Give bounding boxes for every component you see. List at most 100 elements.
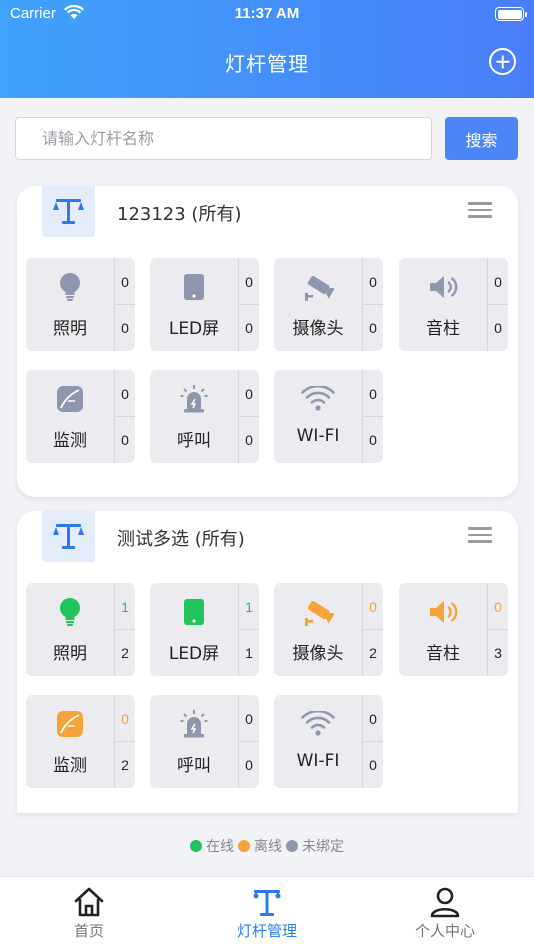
leaf-icon	[52, 384, 88, 414]
divider	[488, 304, 508, 305]
device-label: 呼叫	[177, 431, 211, 451]
camera-icon	[300, 597, 336, 627]
device-count-top: 1	[245, 599, 253, 615]
device-count-bottom: 2	[121, 645, 129, 661]
device-tile[interactable]: 摄像头 0 0	[274, 258, 383, 351]
device-tile[interactable]: 呼叫 0 0	[150, 695, 259, 788]
device-label: 照明	[53, 319, 87, 339]
nav-header: Carrier 11:37 AM 灯杆管理	[0, 0, 534, 98]
speaker-icon	[425, 597, 461, 627]
battery-icon	[495, 7, 527, 21]
alarm-icon	[176, 384, 212, 414]
tab-pole-management[interactable]: 灯杆管理	[178, 877, 356, 950]
device-count-top: 1	[121, 599, 129, 615]
divider	[363, 304, 383, 305]
divider	[239, 304, 259, 305]
device-label: 摄像头	[292, 644, 344, 664]
light-pole-icon	[250, 885, 284, 919]
tab-label: 灯杆管理	[236, 922, 297, 940]
device-count-top: 0	[121, 386, 129, 402]
pole-name: 123123 (所有)	[117, 204, 242, 225]
divider	[115, 741, 135, 742]
divider	[239, 416, 259, 417]
light-pole-icon	[42, 511, 95, 562]
legend-item-offline: 离线	[238, 836, 282, 856]
clock: 11:37 AM	[234, 5, 300, 22]
device-tile[interactable]: 音柱 0 0	[399, 258, 508, 351]
device-count-bottom: 2	[369, 645, 377, 661]
device-count-top: 0	[121, 711, 129, 727]
bulb-icon	[52, 597, 88, 627]
pole-name: 测试多选 (所有)	[117, 529, 245, 550]
page-title: 灯杆管理	[225, 52, 309, 76]
tab-profile[interactable]: 个人中心	[356, 877, 534, 950]
tab-bar: 首页 灯杆管理 个人中心	[0, 876, 534, 950]
device-label: 照明	[53, 644, 87, 664]
device-tile[interactable]: 呼叫 0 0	[150, 370, 259, 463]
device-label: 呼叫	[177, 756, 211, 776]
legend-label: 未绑定	[302, 839, 344, 855]
pole-card[interactable]: 测试多选 (所有) 照明 1 2 LED屏 1 1 摄像头 0 2 音柱 0 3 监测 0 2 呼叫 0 0 WI-…	[17, 511, 518, 813]
device-count-top: 0	[369, 386, 377, 402]
device-count-bottom: 1	[245, 645, 253, 661]
device-tile[interactable]: 照明 1 2	[26, 583, 135, 676]
device-count-top: 0	[121, 274, 129, 290]
device-tile[interactable]: 摄像头 0 2	[274, 583, 383, 676]
home-icon	[72, 885, 106, 919]
device-tile[interactable]: WI-FI 0 0	[274, 695, 383, 788]
device-tile[interactable]: LED屏 0 0	[150, 258, 259, 351]
device-count-bottom: 0	[245, 432, 253, 448]
alarm-icon	[176, 709, 212, 739]
device-count-bottom: 0	[121, 432, 129, 448]
device-tile[interactable]: 音柱 0 3	[399, 583, 508, 676]
device-label: WI-FI	[296, 426, 340, 446]
device-count-bottom: 0	[369, 757, 377, 773]
speaker-icon	[425, 272, 461, 302]
status-dot-icon	[286, 840, 298, 852]
divider	[488, 629, 508, 630]
device-count-bottom: 0	[369, 432, 377, 448]
add-pole-button[interactable]	[489, 48, 516, 75]
status-legend: 在线 离线 未绑定	[0, 836, 534, 856]
device-tile[interactable]: 监测 0 0	[26, 370, 135, 463]
led-screen-icon	[176, 597, 212, 627]
status-dot-icon	[190, 840, 202, 852]
search-button[interactable]: 搜索	[445, 117, 518, 160]
divider	[115, 416, 135, 417]
divider	[115, 304, 135, 305]
device-count-bottom: 0	[121, 320, 129, 336]
device-label: 监测	[53, 756, 87, 776]
camera-icon	[300, 272, 336, 302]
device-count-top: 0	[245, 386, 253, 402]
legend-label: 离线	[254, 839, 282, 855]
device-count-bottom: 0	[494, 320, 502, 336]
device-label: 音柱	[426, 319, 460, 339]
menu-icon[interactable]	[468, 202, 492, 218]
device-count-bottom: 0	[369, 320, 377, 336]
tab-label: 首页	[73, 922, 104, 940]
tab-label: 个人中心	[414, 922, 475, 940]
device-count-top: 0	[369, 711, 377, 727]
tab-home[interactable]: 首页	[0, 877, 178, 950]
device-count-bottom: 0	[245, 320, 253, 336]
device-count-top: 0	[245, 274, 253, 290]
pole-card[interactable]: 123123 (所有) 照明 0 0 LED屏 0 0 摄像头 0 0 音柱 0 0 监测 0 0 呼叫 0 0 W…	[17, 186, 518, 497]
light-pole-icon	[42, 186, 95, 237]
divider	[363, 416, 383, 417]
device-tile[interactable]: LED屏 1 1	[150, 583, 259, 676]
device-count-top: 0	[494, 274, 502, 290]
legend-item-online: 在线	[190, 836, 234, 856]
bulb-icon	[52, 272, 88, 302]
legend-item-unbound: 未绑定	[286, 836, 344, 856]
divider	[115, 629, 135, 630]
menu-icon[interactable]	[468, 527, 492, 543]
device-tile[interactable]: WI-FI 0 0	[274, 370, 383, 463]
device-count-top: 0	[494, 599, 502, 615]
led-screen-icon	[176, 272, 212, 302]
device-count-top: 0	[369, 599, 377, 615]
device-tile[interactable]: 照明 0 0	[26, 258, 135, 351]
search-input[interactable]	[15, 117, 432, 160]
status-bar: Carrier 11:37 AM	[0, 0, 534, 28]
device-label: 监测	[53, 431, 87, 451]
device-tile[interactable]: 监测 0 2	[26, 695, 135, 788]
